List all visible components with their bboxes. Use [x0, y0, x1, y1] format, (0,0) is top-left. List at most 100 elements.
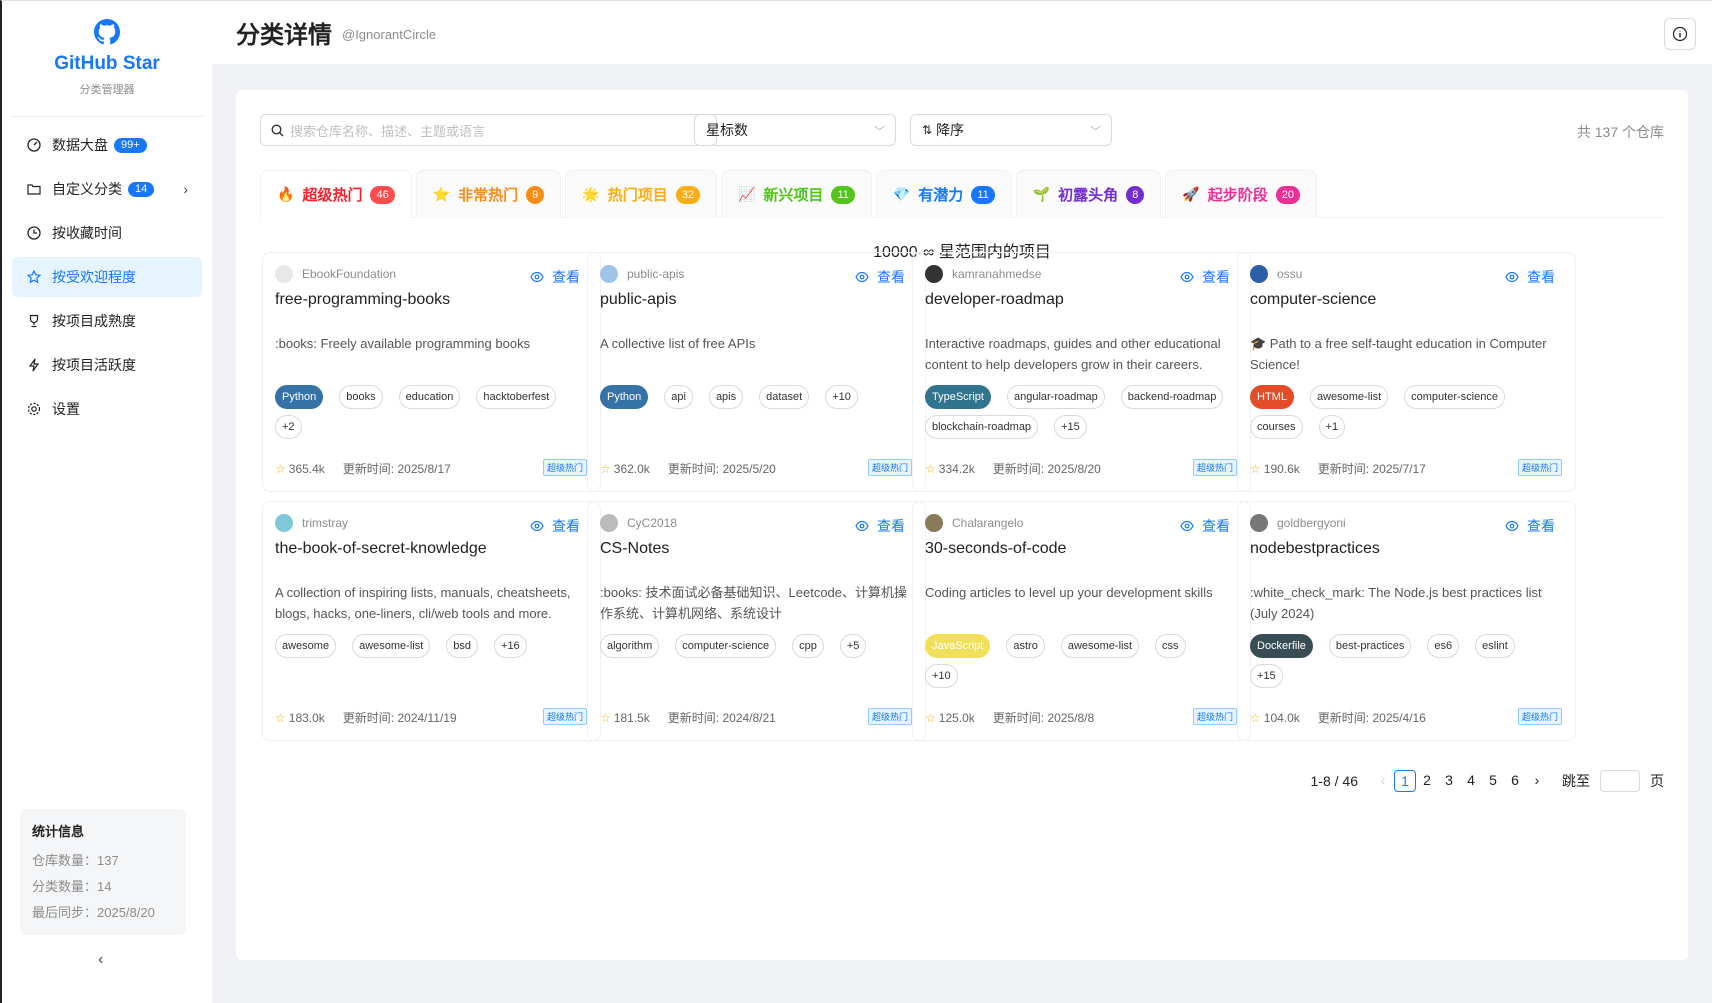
- nav-item-by-star-time[interactable]: 按收藏时间: [12, 213, 202, 253]
- topic-tag[interactable]: awesome-list: [1309, 385, 1389, 409]
- topic-tag[interactable]: api: [664, 385, 693, 409]
- topic-tag[interactable]: backend-roadmap: [1120, 385, 1224, 409]
- view-button[interactable]: 查看: [855, 516, 905, 536]
- topic-tag[interactable]: apis: [708, 385, 744, 409]
- page-item[interactable]: 4: [1460, 770, 1482, 792]
- topic-tag[interactable]: +15: [1250, 664, 1283, 688]
- view-label: 查看: [1202, 518, 1230, 534]
- topic-tag[interactable]: education: [398, 385, 461, 409]
- jump-input[interactable]: [1600, 770, 1640, 792]
- topic-tag[interactable]: computer-science: [675, 634, 777, 658]
- topic-tag[interactable]: es6: [1427, 634, 1460, 658]
- search-input[interactable]: 搜索仓库名称、描述、主题或语言: [260, 114, 717, 146]
- page-item[interactable]: 6: [1504, 770, 1526, 792]
- topic-tag[interactable]: +2: [275, 415, 302, 439]
- page-item[interactable]: 1: [1394, 770, 1416, 792]
- tab-0[interactable]: 🔥 超级热门 46: [260, 170, 412, 218]
- page-header: 分类详情 @IgnorantCircle: [212, 0, 1712, 64]
- topic-tag[interactable]: awesome: [275, 634, 337, 658]
- sort-field-select[interactable]: 星标数 ﹀: [694, 114, 896, 146]
- repo-description: 🎓 Path to a free self-taught education i…: [1250, 336, 1547, 372]
- topic-tag[interactable]: awesome-list: [1060, 634, 1140, 658]
- view-button[interactable]: 查看: [530, 267, 580, 287]
- topic-tag[interactable]: +15: [1054, 415, 1087, 439]
- topic-tag[interactable]: css: [1155, 634, 1186, 658]
- prev-page-button[interactable]: ‹: [1372, 770, 1394, 792]
- view-button[interactable]: 查看: [1180, 516, 1230, 536]
- language-tag[interactable]: HTML: [1250, 385, 1294, 409]
- page-item[interactable]: 3: [1438, 770, 1460, 792]
- info-button[interactable]: [1664, 18, 1696, 50]
- tab-1[interactable]: ⭐ 非常热门 9: [415, 170, 562, 218]
- topic-tag[interactable]: dataset: [759, 385, 810, 409]
- language-tag[interactable]: Python: [600, 385, 649, 409]
- repo-name[interactable]: public-apis: [600, 291, 676, 309]
- stats-panel: 统计信息 仓库数量：137 分类数量：14 最后同步：2025/8/20: [20, 809, 186, 935]
- topic-tag[interactable]: +5: [839, 634, 867, 658]
- tab-3[interactable]: 📈 新兴项目 11: [720, 170, 872, 218]
- language-tag[interactable]: Python: [275, 385, 324, 409]
- topic-tag[interactable]: +1: [1318, 415, 1346, 439]
- topic-tag[interactable]: awesome-list: [352, 634, 431, 658]
- owner-row: trimstray: [275, 514, 348, 532]
- topic-tag[interactable]: best-practices: [1328, 634, 1412, 658]
- tab-label: 起步阶段: [1207, 187, 1268, 204]
- star-count: 183.0k: [288, 710, 325, 725]
- topic-tag[interactable]: bsd: [446, 634, 479, 658]
- repo-name[interactable]: the-book-of-secret-knowledge: [275, 540, 487, 558]
- stats-repo-count: 仓库数量：137: [32, 853, 119, 868]
- tab-6[interactable]: 🚀 起步阶段 20: [1165, 170, 1318, 218]
- repo-name[interactable]: developer-roadmap: [925, 291, 1064, 309]
- repo-name[interactable]: computer-science: [1250, 291, 1376, 309]
- topic-tag[interactable]: books: [339, 385, 383, 409]
- star-count: 362.0k: [613, 461, 650, 476]
- page-title: 分类详情: [236, 22, 332, 49]
- topic-tag[interactable]: angular-roadmap: [1006, 385, 1105, 409]
- view-button[interactable]: 查看: [1505, 516, 1555, 536]
- repo-owner: EbookFoundation: [302, 267, 397, 281]
- repo-name[interactable]: free-programming-books: [275, 291, 450, 309]
- topic-tag[interactable]: astro: [1006, 634, 1045, 658]
- nav-item-by-activity[interactable]: 按项目活跃度: [12, 345, 202, 385]
- view-button[interactable]: 查看: [1180, 267, 1230, 287]
- language-tag[interactable]: JavaScript: [925, 634, 991, 658]
- nav-item-dashboard[interactable]: 数据大盘 99+: [12, 125, 202, 165]
- next-page-button[interactable]: ›: [1526, 770, 1548, 792]
- view-button[interactable]: 查看: [530, 516, 580, 536]
- topic-tag[interactable]: cpp: [792, 634, 824, 658]
- tab-4[interactable]: 💎 有潜力 11: [875, 170, 1012, 218]
- topic-tag[interactable]: +10: [925, 664, 958, 688]
- topic-tag[interactable]: +10: [825, 385, 858, 409]
- nav-item-by-maturity[interactable]: 按项目成熟度: [12, 301, 202, 341]
- topic-tag[interactable]: blockchain-roadmap: [925, 415, 1039, 439]
- repo-name[interactable]: nodebestpractices: [1250, 540, 1380, 558]
- nav-item-label: 按项目活跃度: [52, 357, 136, 373]
- topic-tag[interactable]: hacktoberfest: [476, 385, 557, 409]
- language-tag[interactable]: TypeScript: [925, 385, 991, 409]
- topic-tag[interactable]: courses: [1250, 415, 1303, 439]
- tab-5[interactable]: 🌱 初露头角 8: [1015, 170, 1162, 218]
- nav-badge: 99+: [114, 137, 147, 153]
- tab-2[interactable]: 🌟 热门项目 32: [565, 170, 717, 218]
- nav-item-custom-category[interactable]: 自定义分类 14 ›: [12, 169, 202, 209]
- page-item[interactable]: 2: [1416, 770, 1438, 792]
- view-button[interactable]: 查看: [1505, 267, 1555, 287]
- topic-tag[interactable]: computer-science: [1404, 385, 1505, 409]
- collapse-sidebar-icon[interactable]: ‹: [98, 951, 103, 969]
- page-item[interactable]: 5: [1482, 770, 1504, 792]
- topic-tag[interactable]: eslint: [1475, 634, 1515, 658]
- view-button[interactable]: 查看: [855, 267, 905, 287]
- card-footer: ☆ 104.0k 更新时间: 2025/4/16 超级热门: [1250, 708, 1566, 726]
- owner-row: kamranahmedse: [925, 265, 1041, 283]
- language-tag[interactable]: Dockerfile: [1250, 634, 1313, 658]
- sort-order-select[interactable]: ⇅ 降序 ﹀: [910, 114, 1112, 146]
- topic-tag[interactable]: algorithm: [600, 634, 660, 658]
- nav-item-by-popularity[interactable]: 按受欢迎程度: [12, 257, 202, 297]
- repo-name[interactable]: CS-Notes: [600, 540, 669, 558]
- owner-row: Chalarangelo: [925, 514, 1023, 532]
- repo-name[interactable]: 30-seconds-of-code: [925, 540, 1066, 558]
- topic-tag[interactable]: +16: [494, 634, 527, 658]
- dashboard-icon: [26, 137, 42, 153]
- eye-icon: [1180, 520, 1194, 532]
- nav-item-settings[interactable]: 设置: [12, 389, 202, 429]
